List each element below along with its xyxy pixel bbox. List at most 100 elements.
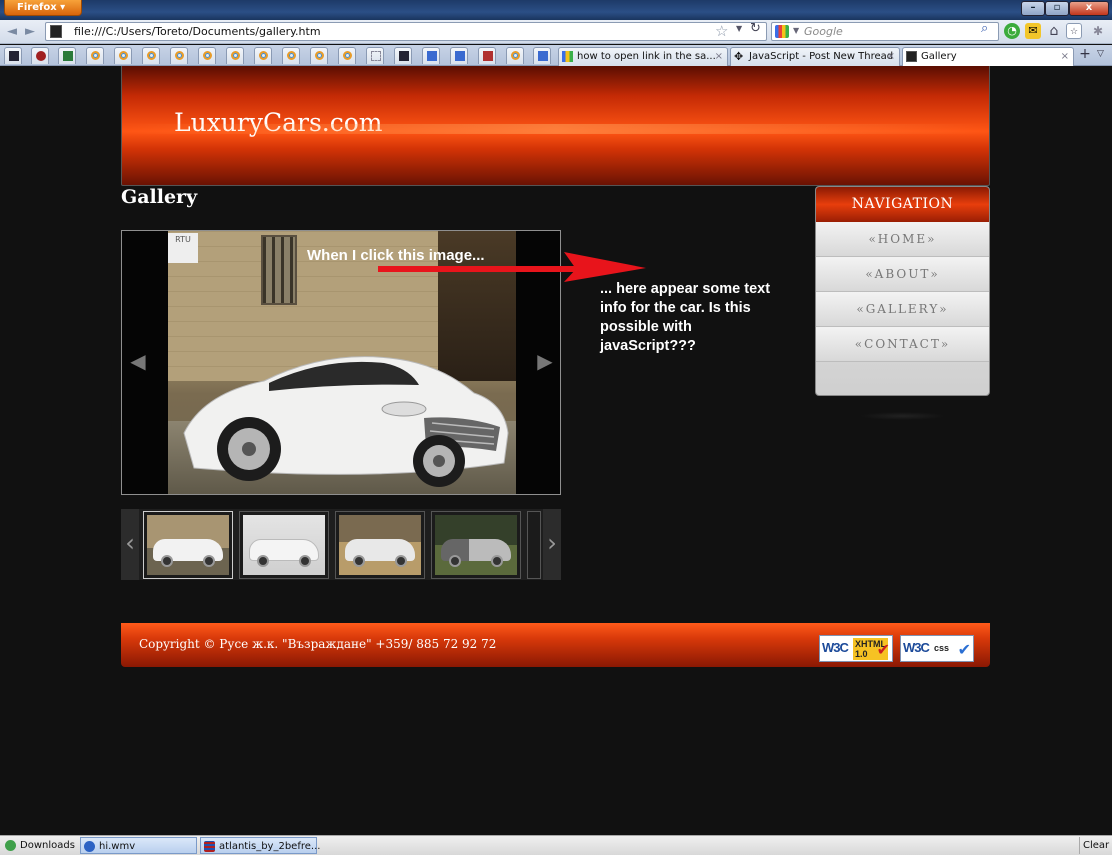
extension-icon[interactable]: ◔	[1004, 23, 1020, 39]
browser-icon	[175, 51, 184, 60]
maximize-button[interactable]: ▫	[1045, 1, 1069, 16]
tab-how-to-open-link[interactable]: how to open link in the sa... ×	[558, 47, 728, 66]
app-tab-chrome-6[interactable]	[226, 47, 244, 64]
url-bar[interactable]: file:///C:/Users/Toreto/Documents/galler…	[45, 22, 767, 41]
app-tab-green[interactable]	[58, 47, 76, 64]
close-tab-icon[interactable]: ×	[887, 48, 895, 65]
document-icon	[427, 51, 437, 61]
thumbnail-wheel	[257, 555, 269, 567]
app-tab-chrome-8[interactable]	[282, 47, 300, 64]
app-tab-blank[interactable]	[366, 47, 384, 64]
back-arrow-icon[interactable]: ◄	[4, 24, 20, 40]
forward-arrow-icon[interactable]: ►	[22, 24, 38, 40]
navigation-panel: NAVIGATION «HOME» «ABOUT» «GALLERY» «CON…	[815, 186, 990, 396]
car-illustration	[183, 356, 509, 487]
download-item-hi-wmv[interactable]: hi.wmv	[80, 837, 197, 854]
app-tab-jn[interactable]	[4, 47, 22, 64]
home-icon[interactable]: ⌂	[1046, 23, 1062, 39]
search-engine-dropdown-icon[interactable]: ▼	[793, 26, 799, 35]
app-tab-s[interactable]	[394, 47, 412, 64]
google-favicon-icon	[562, 51, 573, 62]
close-tab-icon[interactable]: ×	[1061, 48, 1069, 65]
page-title: Gallery	[121, 186, 198, 208]
reload-icon[interactable]: ↻	[750, 21, 761, 36]
w3c-xhtml-badge[interactable]: W3C XHTML 1.0 ✔	[819, 635, 893, 662]
url-text[interactable]: file:///C:/Users/Toreto/Documents/galler…	[74, 25, 321, 38]
new-tab-button[interactable]: +	[1076, 47, 1094, 64]
mail-icon[interactable]: ✉	[1025, 23, 1041, 39]
app-tab-chrome-5[interactable]	[198, 47, 216, 64]
tab-javascript-post-new-thread[interactable]: ✥ JavaScript - Post New Thread ×	[730, 47, 900, 66]
download-item-label: hi.wmv	[99, 841, 136, 852]
tab-gallery[interactable]: Gallery ×	[902, 47, 1074, 67]
browser-icon	[343, 51, 352, 60]
thumbnail-next-chevron-icon[interactable]: ›	[543, 509, 561, 580]
app-tab-chrome-7[interactable]	[254, 47, 272, 64]
thumbnail-2[interactable]	[239, 511, 329, 579]
browser-icon	[259, 51, 268, 60]
app-tab-doc-2[interactable]	[450, 47, 468, 64]
app-tab-icon	[63, 51, 73, 61]
thumbnail-4[interactable]	[431, 511, 521, 579]
thumbnail-5-partial[interactable]	[527, 511, 541, 579]
app-tab-chrome-10[interactable]	[338, 47, 356, 64]
close-tab-icon[interactable]: ×	[715, 48, 723, 65]
nav-link-contact[interactable]: «CONTACT»	[816, 327, 989, 362]
thumbnail-1[interactable]	[143, 511, 233, 579]
app-tab-gear[interactable]	[31, 47, 49, 64]
browser-icon	[147, 51, 156, 60]
app-tab-books[interactable]	[478, 47, 496, 64]
archive-file-icon	[204, 841, 215, 852]
tab-list-dropdown-icon[interactable]: ▽	[1097, 49, 1104, 59]
navigation-header: NAVIGATION	[816, 187, 989, 222]
thumbnail-wheel	[161, 555, 173, 567]
downloads-button[interactable]: Downloads	[2, 837, 78, 854]
thumbnail-wheel	[395, 555, 407, 567]
w3c-css-badge[interactable]: W3C css ✔	[900, 635, 974, 662]
bookmark-star-icon[interactable]: ☆	[715, 22, 728, 40]
app-tab-doc-3[interactable]	[533, 47, 551, 64]
photo-window	[261, 235, 297, 305]
firefox-menu-button[interactable]: Firefox ▾	[4, 0, 82, 16]
thumbnail-wheel	[449, 555, 461, 567]
thumbnail-3[interactable]	[335, 511, 425, 579]
app-tab-chrome-9[interactable]	[310, 47, 328, 64]
app-tab-chrome-2[interactable]	[114, 47, 132, 64]
browser-icon	[119, 51, 128, 60]
thumbnail-prev-chevron-icon[interactable]: ‹	[121, 509, 139, 580]
minimize-button[interactable]: –	[1021, 1, 1045, 16]
bookmarks-menu-icon[interactable]: ☆	[1066, 23, 1082, 39]
site-footer: Copyright © Русе ж.к. "Възраждане" +359/…	[121, 623, 990, 667]
browser-icon	[315, 51, 324, 60]
photo-sign: RTU	[168, 233, 198, 263]
next-arrow-icon[interactable]: ▶	[533, 349, 557, 373]
download-item-atlantis[interactable]: atlantis_by_2befre...	[200, 837, 320, 854]
site-logo[interactable]: LuxuryCars.com	[174, 108, 383, 137]
downloads-label: Downloads	[20, 840, 75, 851]
nav-link-home[interactable]: «HOME»	[816, 222, 989, 257]
app-tab-chrome-3[interactable]	[142, 47, 160, 64]
addon-icon[interactable]: ✱	[1090, 23, 1106, 39]
thumbnail-image	[339, 515, 421, 575]
app-tab-chrome-1[interactable]	[86, 47, 104, 64]
search-placeholder[interactable]: Google	[804, 25, 843, 38]
url-history-dropdown-icon[interactable]: ▼	[736, 24, 742, 33]
app-tab-chrome-11[interactable]	[506, 47, 524, 64]
nav-link-gallery[interactable]: «GALLERY»	[816, 292, 989, 327]
gear-icon	[36, 51, 46, 61]
thumbnail-wheel	[353, 555, 365, 567]
app-tab-chrome-4[interactable]	[170, 47, 188, 64]
firefox-menu-label: Firefox	[17, 2, 57, 13]
previous-arrow-icon[interactable]: ◀	[126, 349, 150, 373]
app-tab-doc-1[interactable]	[422, 47, 440, 64]
nav-link-about[interactable]: «ABOUT»	[816, 257, 989, 292]
close-window-button[interactable]: x	[1069, 1, 1109, 16]
css-standard-label: css	[934, 643, 950, 653]
search-icon[interactable]: ⌕	[981, 21, 988, 36]
browser-icon	[203, 51, 212, 60]
thumbnail-strip: ‹ ›	[121, 509, 561, 580]
thumbnail-image	[435, 515, 517, 575]
search-bar[interactable]: ▼ Google	[771, 22, 999, 41]
clear-downloads-button[interactable]: Clear	[1079, 837, 1112, 854]
google-engine-icon[interactable]	[775, 25, 789, 38]
